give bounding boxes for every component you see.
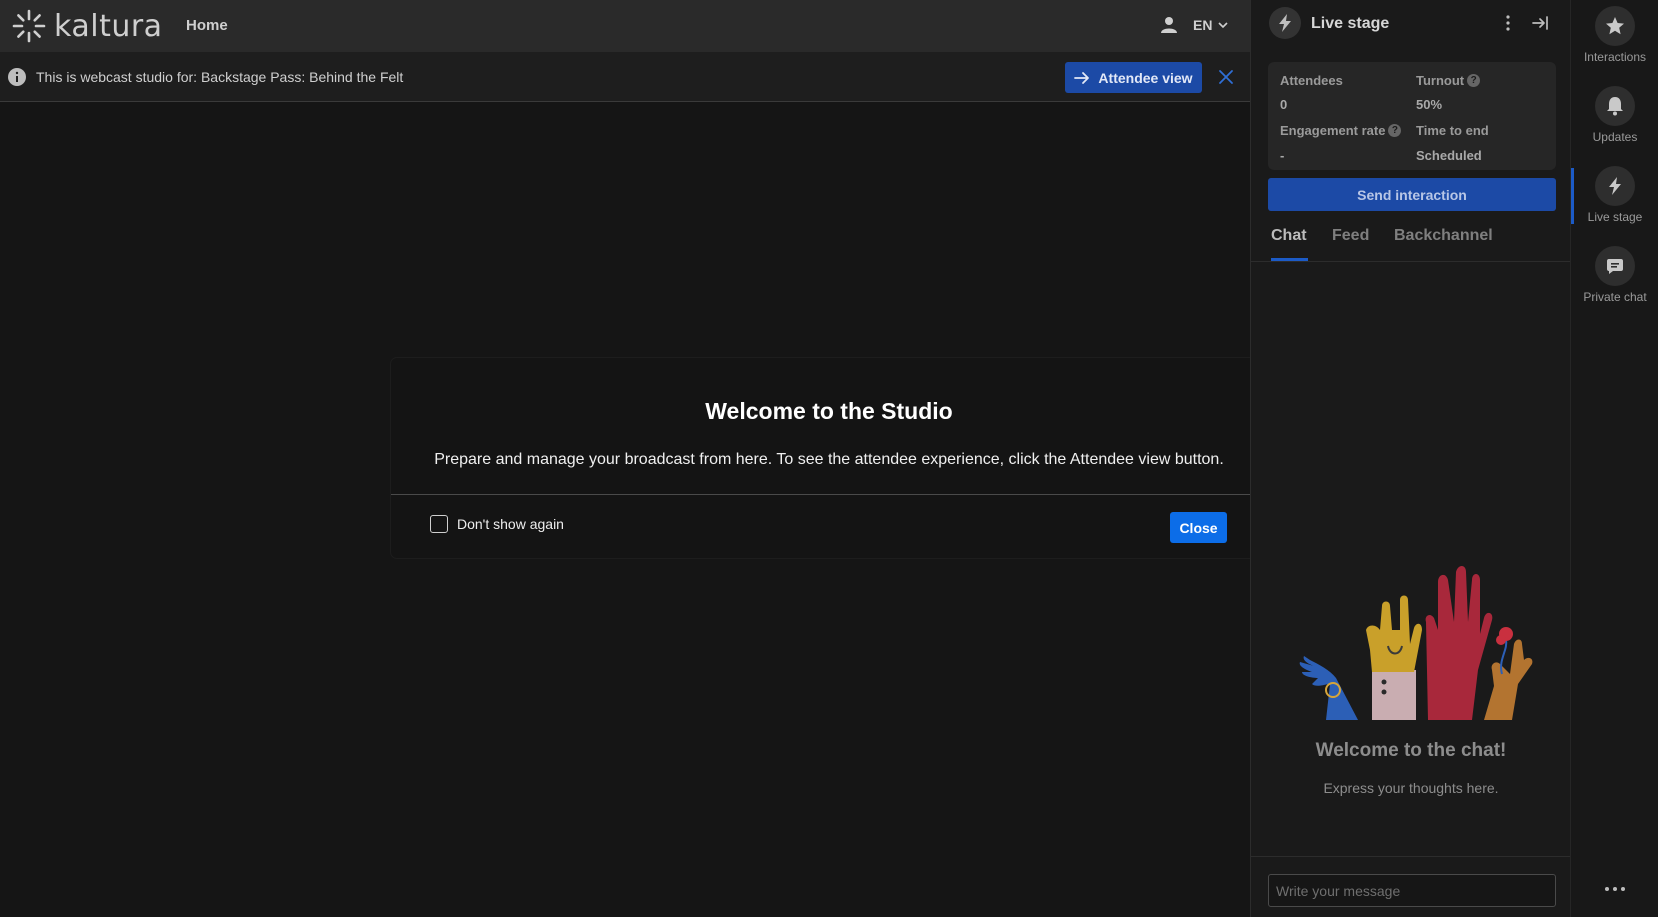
- top-bar: kaltura Home EN: [0, 0, 1250, 52]
- rail-label-updates: Updates: [1592, 130, 1638, 144]
- panel-title: Live stage: [1311, 15, 1390, 32]
- close-icon[interactable]: [1217, 68, 1235, 86]
- turnout-label-text: Turnout: [1416, 73, 1465, 88]
- more-vertical-icon[interactable]: [1501, 14, 1515, 32]
- turnout-label: Turnout ?: [1416, 73, 1481, 88]
- bolt-icon: [1595, 166, 1635, 206]
- time-label-text: Time to end: [1416, 123, 1489, 138]
- engagement-label-text: Engagement rate: [1280, 123, 1386, 138]
- help-icon[interactable]: ?: [1388, 124, 1402, 137]
- collapse-panel-icon[interactable]: [1531, 14, 1549, 32]
- time-to-end-label: Time to end: [1416, 123, 1489, 138]
- help-icon[interactable]: ?: [1467, 74, 1481, 87]
- turnout-value: 50%: [1416, 97, 1443, 112]
- time-to-end-value: Scheduled: [1416, 148, 1482, 163]
- attendee-view-label: Attendee view: [1098, 69, 1193, 86]
- chat-footer: [1251, 856, 1571, 917]
- rail-label-interactions: Interactions: [1583, 50, 1647, 64]
- side-rail: Interactions Updates Live stage Private …: [1570, 0, 1658, 917]
- tab-feed[interactable]: Feed: [1332, 227, 1369, 245]
- engagement-rate-label: Engagement rate ?: [1280, 123, 1402, 138]
- arrow-right-icon: [1074, 71, 1090, 84]
- tab-backchannel[interactable]: Backchannel: [1394, 227, 1493, 245]
- rail-item-live-stage[interactable]: Live stage: [1571, 160, 1658, 232]
- user-icon[interactable]: [1160, 16, 1178, 34]
- rail-item-private-chat[interactable]: Private chat: [1571, 240, 1658, 312]
- kaltura-burst-icon: [12, 9, 46, 43]
- bell-icon: [1595, 86, 1635, 126]
- panel-header: Live stage: [1251, 0, 1571, 50]
- bolt-icon: [1269, 7, 1301, 39]
- attendees-value: 0: [1280, 97, 1288, 112]
- rail-label-live-stage: Live stage: [1587, 210, 1643, 224]
- tab-chat[interactable]: Chat: [1271, 227, 1307, 245]
- raised-hands-illustration: [1299, 566, 1533, 720]
- studio-info-bar: This is webcast studio for: Backstage Pa…: [0, 52, 1250, 102]
- modal-title: Welcome to the Studio: [705, 398, 953, 424]
- language-selector[interactable]: EN: [1193, 17, 1229, 33]
- stats-card: Attendees 0 Turnout ? 50% Engagement rat…: [1268, 62, 1556, 170]
- rail-label-private-chat: Private chat: [1583, 290, 1647, 304]
- checkbox-box[interactable]: [430, 515, 448, 533]
- studio-main: kaltura Home EN This is webcast studio f…: [0, 0, 1267, 917]
- dont-show-again-checkbox[interactable]: Don't show again: [430, 515, 564, 533]
- live-stage-panel: Live stage Attendees 0 Turnout ? 50% Eng…: [1250, 0, 1571, 917]
- modal-divider: [391, 494, 1267, 495]
- more-horizontal-icon[interactable]: [1601, 882, 1629, 896]
- language-label: EN: [1193, 17, 1213, 33]
- chat-bubble-icon: [1595, 246, 1635, 286]
- star-icon: [1595, 6, 1635, 46]
- chat-message-input[interactable]: [1268, 874, 1556, 907]
- send-interaction-button[interactable]: Send interaction: [1268, 178, 1556, 211]
- attendees-label: Attendees: [1280, 73, 1343, 88]
- kaltura-logo[interactable]: kaltura: [12, 8, 163, 44]
- chat-tabs: Chat Feed Backchannel: [1251, 218, 1571, 262]
- active-tab-indicator: [1271, 258, 1308, 261]
- brand-name: kaltura: [54, 8, 163, 44]
- rail-item-updates[interactable]: Updates: [1571, 80, 1658, 152]
- close-button[interactable]: Close: [1170, 512, 1227, 543]
- studio-info-text: This is webcast studio for: Backstage Pa…: [36, 69, 404, 85]
- dont-show-again-label: Don't show again: [457, 516, 564, 532]
- rail-item-interactions[interactable]: Interactions: [1571, 0, 1658, 72]
- welcome-modal: Welcome to the Studio Prepare and manage…: [391, 358, 1267, 558]
- chat-welcome-title: Welcome to the chat!: [1315, 740, 1507, 761]
- attendees-label-text: Attendees: [1280, 73, 1343, 88]
- info-icon: [8, 68, 26, 86]
- engagement-rate-value: -: [1280, 148, 1285, 163]
- modal-body-text: Prepare and manage your broadcast from h…: [434, 451, 1224, 468]
- chat-welcome-subtitle: Express your thoughts here.: [1323, 780, 1499, 796]
- attendee-view-button[interactable]: Attendee view: [1065, 62, 1202, 93]
- nav-home-link[interactable]: Home: [186, 17, 228, 34]
- chevron-down-icon: [1218, 22, 1229, 29]
